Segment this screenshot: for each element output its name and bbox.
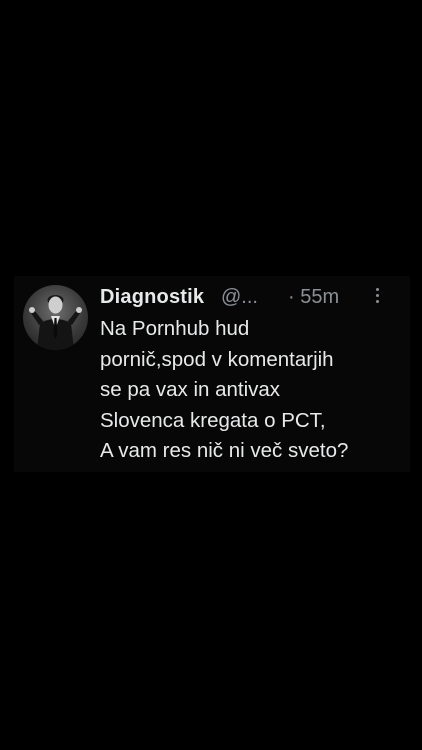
more-dot (375, 294, 379, 297)
more-dot (375, 288, 379, 291)
more-vertical-icon[interactable] (372, 288, 382, 306)
tweet-text: Na Pornhub hud pornič,spod v komentarjih… (100, 317, 349, 462)
user-handle[interactable]: @... (221, 284, 258, 310)
more-dot (375, 300, 379, 303)
display-name[interactable]: Diagnostik (100, 284, 204, 310)
timestamp[interactable]: · 55m (288, 284, 339, 310)
tweet-card[interactable]: Diagnostik @... · 55m Na Pornhub hud por… (14, 276, 410, 472)
tweet-header: Diagnostik @... · 55m (100, 284, 410, 310)
person-in-suit-avatar-icon (29, 295, 82, 350)
avatar[interactable] (23, 285, 88, 350)
